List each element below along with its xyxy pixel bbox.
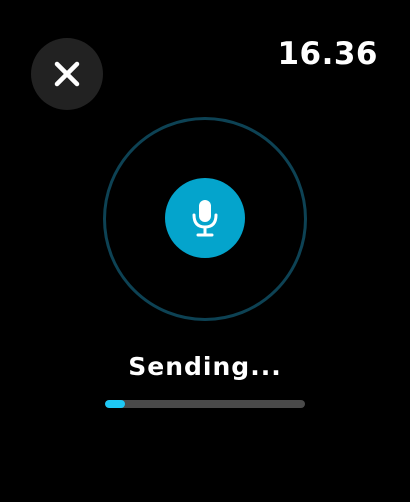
microphone-icon <box>191 198 219 238</box>
progress-bar <box>105 400 305 408</box>
status-label: Sending... <box>128 352 282 381</box>
close-button[interactable] <box>31 38 103 110</box>
clock-time: 16.36 <box>277 36 378 72</box>
close-icon <box>53 60 81 88</box>
microphone-button[interactable] <box>165 178 245 258</box>
progress-fill <box>105 400 125 408</box>
